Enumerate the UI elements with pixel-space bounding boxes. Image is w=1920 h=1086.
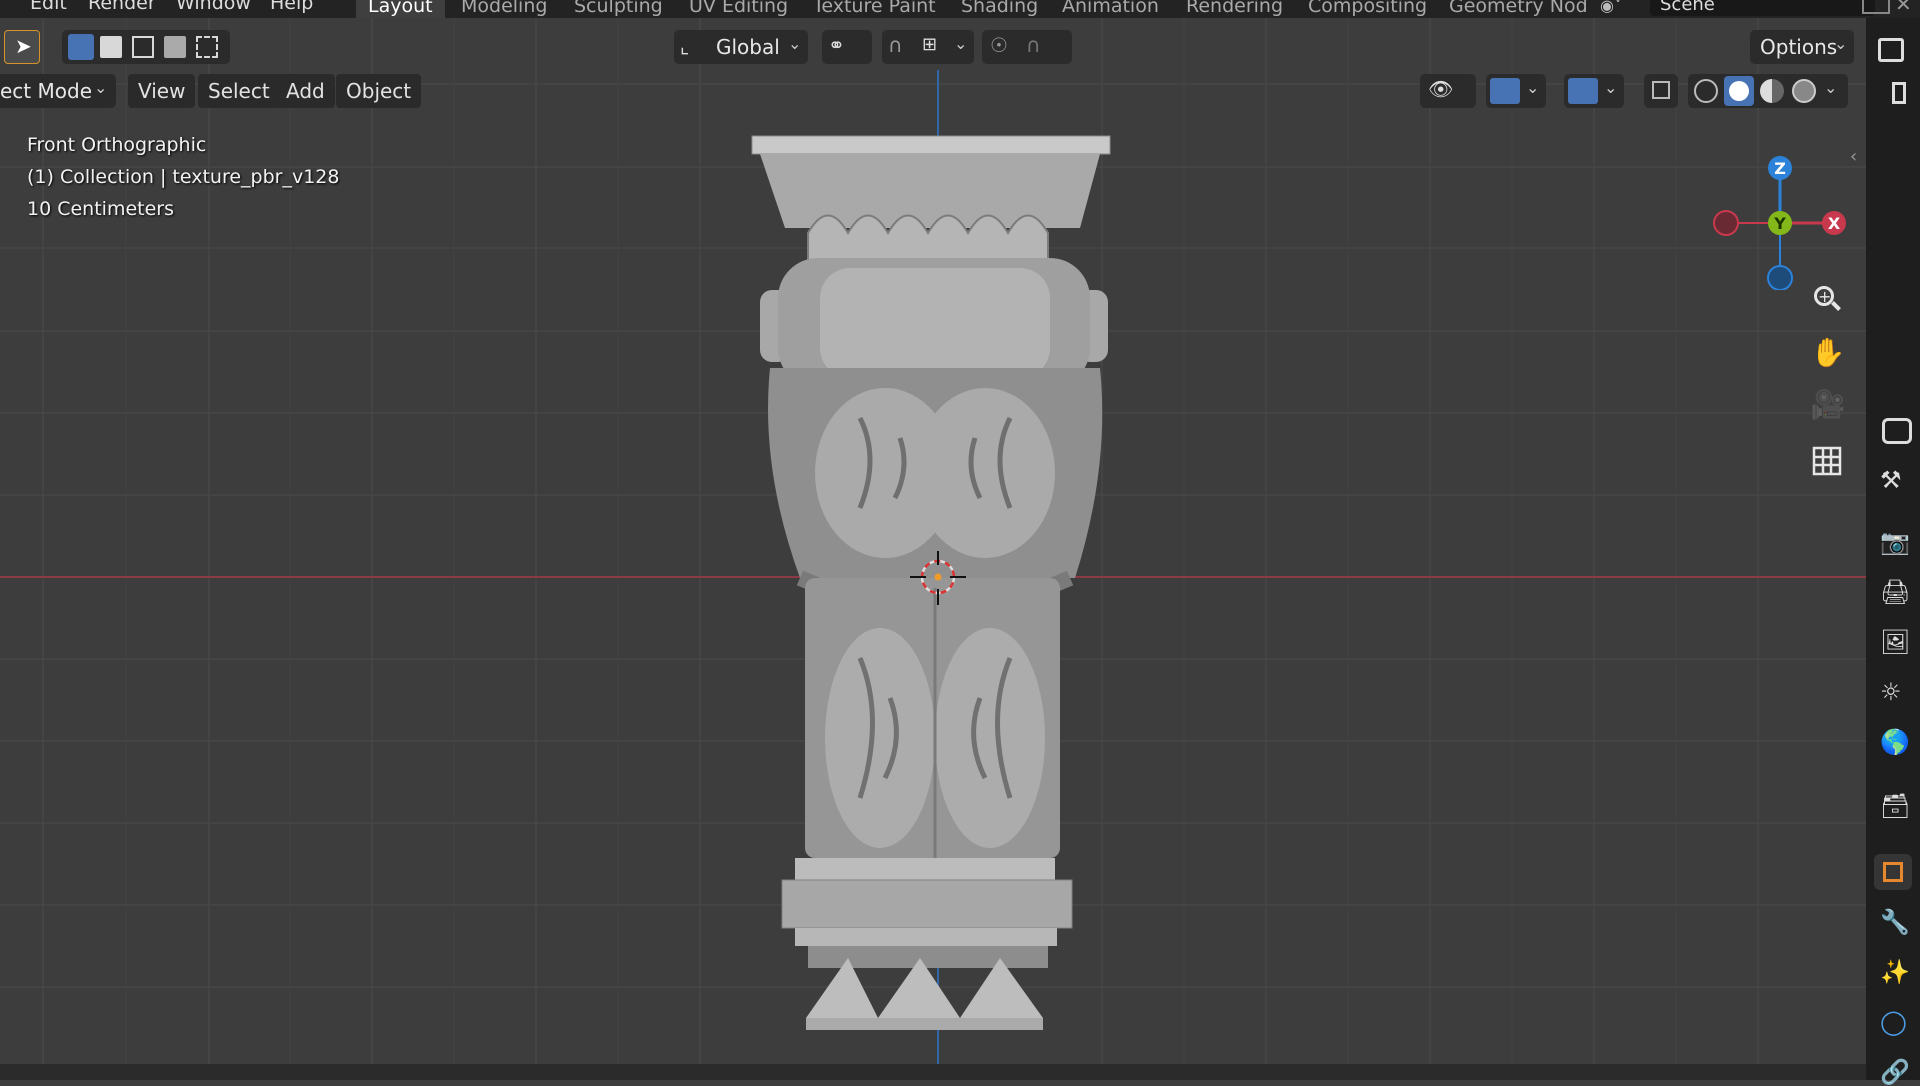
tab-layout[interactable]: Layout: [356, 0, 445, 18]
particles-icon[interactable]: ✨: [1880, 958, 1910, 986]
tab-animation[interactable]: Animation: [1050, 0, 1171, 18]
transform-orientation-dropdown[interactable]: ⌞ Global ⌄: [674, 30, 808, 64]
shading-mode-group: ⌄: [1688, 74, 1848, 108]
navigation-gizmo[interactable]: Z X Y: [1700, 130, 1860, 290]
select-intersect-icon[interactable]: [196, 36, 218, 58]
chevron-down-icon: ⌄: [94, 78, 108, 97]
select-new-icon[interactable]: [68, 34, 94, 60]
tool-icon[interactable]: [1882, 418, 1912, 444]
render-icon[interactable]: 📷: [1880, 528, 1910, 556]
selection-mode-group: [62, 30, 230, 64]
chevron-down-icon[interactable]: ⌄: [954, 34, 967, 53]
xray-icon: [1652, 81, 1670, 99]
corbel-model: [751, 135, 1111, 1030]
overlays-icon[interactable]: [1568, 78, 1598, 104]
tab-rendering[interactable]: Rendering: [1174, 0, 1295, 18]
chevron-down-icon[interactable]: ⌄: [1526, 78, 1539, 97]
sidebar-toggle-icon[interactable]: ‹: [1850, 146, 1857, 167]
visibility-dropdown[interactable]: 👁: [1420, 74, 1476, 108]
camera-icon[interactable]: 🎥: [1808, 388, 1848, 428]
pivot-point-dropdown[interactable]: ⚭: [822, 30, 872, 64]
xray-toggle[interactable]: [1644, 74, 1678, 108]
object-tab-active[interactable]: [1874, 854, 1912, 890]
tab-texture-paint[interactable]: Texture Paint: [801, 0, 948, 18]
select-extend-icon[interactable]: [100, 36, 122, 58]
tab-shading[interactable]: Shading: [949, 0, 1050, 18]
chevron-down-icon: ⌄: [1834, 34, 1848, 53]
chevron-down-icon[interactable]: ⌄: [1604, 78, 1617, 97]
scene-icon[interactable]: ☼: [1880, 678, 1908, 706]
3d-viewport[interactable]: ➤ ⌞ Global ⌄ ⚭ ∩ ⊞ ⌄ ☉ ∩ Options ⌄ ect M…: [0, 18, 1866, 1074]
modifier-icon[interactable]: 🔧: [1880, 908, 1910, 936]
snap-target-icon[interactable]: ⊞: [922, 34, 937, 55]
orientation-icon: ⌞: [680, 34, 690, 58]
scene-selector-icon[interactable]: ◉˅: [1600, 0, 1622, 15]
select-invert-icon[interactable]: [164, 36, 186, 58]
tool-settings-icon[interactable]: ⚒: [1880, 466, 1908, 494]
pan-hand-icon[interactable]: ✋: [1808, 336, 1848, 376]
menu-select[interactable]: Select: [198, 74, 280, 108]
collection-icon[interactable]: 🗃: [1880, 792, 1910, 820]
view-layer-icon[interactable]: 🖼: [1880, 628, 1910, 656]
grid-view-icon[interactable]: [1808, 442, 1848, 482]
tab-sculpting[interactable]: Sculpting: [562, 0, 675, 18]
select-tool-button[interactable]: ➤: [4, 30, 40, 64]
menu-render[interactable]: Render: [88, 0, 156, 14]
mode-dropdown[interactable]: ect Mode ⌄: [0, 74, 116, 108]
menu-add[interactable]: Add: [276, 74, 335, 108]
constraints-icon[interactable]: 🔗: [1880, 1058, 1910, 1086]
object-icon: [1883, 862, 1903, 882]
svg-text:Z: Z: [1774, 159, 1786, 178]
eye-icon: 👁: [1428, 77, 1454, 101]
select-subtract-icon[interactable]: [132, 36, 154, 58]
view-name-text: Front Orthographic: [27, 134, 207, 156]
properties-tab-bar: ⚒ 📷 🖨 🖼 ☼ 🌎 🗃 🔧 ✨ ◯ 🔗: [1866, 18, 1920, 1086]
grid-scale-text: 10 Centimeters: [27, 198, 174, 220]
magnet-icon[interactable]: ∩: [888, 33, 903, 57]
material-shading-icon[interactable]: [1760, 79, 1784, 103]
mode-label: ect Mode: [0, 79, 92, 103]
chevron-down-icon: ⌄: [788, 34, 802, 53]
gizmo-icon[interactable]: [1490, 78, 1520, 104]
proportional-editing-group: ☉ ∩: [982, 30, 1072, 64]
pivot-icon: ⚭: [828, 33, 845, 57]
wireframe-shading-icon[interactable]: [1694, 79, 1718, 103]
options-dropdown[interactable]: Options ⌄: [1750, 30, 1854, 64]
cursor-arrow-icon: ➤: [15, 34, 32, 58]
gizmo-toggle-group: ⌄: [1486, 74, 1546, 108]
tab-compositing[interactable]: Compositing: [1296, 0, 1439, 18]
tab-uv-editing[interactable]: UV Editing: [677, 0, 800, 18]
menu-edit[interactable]: Edit: [30, 0, 67, 14]
top-menu-bar: Edit Render Window Help Layout Modeling …: [0, 0, 1920, 18]
menu-window[interactable]: Window: [176, 0, 251, 14]
menu-object[interactable]: Object: [336, 74, 422, 108]
zoom-icon[interactable]: +: [1808, 282, 1848, 322]
rendered-shading-icon[interactable]: [1792, 79, 1816, 103]
solid-shading-icon: [1729, 81, 1749, 101]
scene-name-field[interactable]: Scene: [1650, 0, 1875, 16]
physics-icon[interactable]: ◯: [1880, 1008, 1908, 1036]
editor-type-icon[interactable]: [1892, 82, 1906, 104]
falloff-icon[interactable]: ∩: [1026, 33, 1041, 57]
svg-text:X: X: [1828, 214, 1841, 233]
output-icon[interactable]: 🖨: [1880, 578, 1910, 606]
overlays-toggle-group: ⌄: [1564, 74, 1624, 108]
proportional-icon[interactable]: ☉: [990, 33, 1008, 57]
svg-text:Y: Y: [1773, 214, 1786, 233]
outliner-editor-icon[interactable]: [1878, 38, 1904, 62]
workspace-icon[interactable]: [1862, 0, 1890, 14]
tab-modeling[interactable]: Modeling: [449, 0, 559, 18]
menu-help[interactable]: Help: [270, 0, 313, 14]
options-label: Options: [1760, 35, 1838, 59]
tab-geometry-nodes[interactable]: Geometry Nod: [1437, 0, 1600, 18]
collection-text: (1) Collection | texture_pbr_v128: [27, 166, 340, 188]
menu-view[interactable]: View: [128, 74, 196, 108]
bottom-strip: [0, 1064, 1866, 1080]
chevron-down-icon[interactable]: ⌄: [1824, 78, 1837, 97]
world-icon[interactable]: 🌎: [1880, 728, 1910, 756]
snapping-group: ∩ ⊞ ⌄: [882, 30, 974, 64]
close-icon[interactable]: ✕: [1895, 0, 1912, 16]
orientation-label: Global: [716, 35, 780, 59]
